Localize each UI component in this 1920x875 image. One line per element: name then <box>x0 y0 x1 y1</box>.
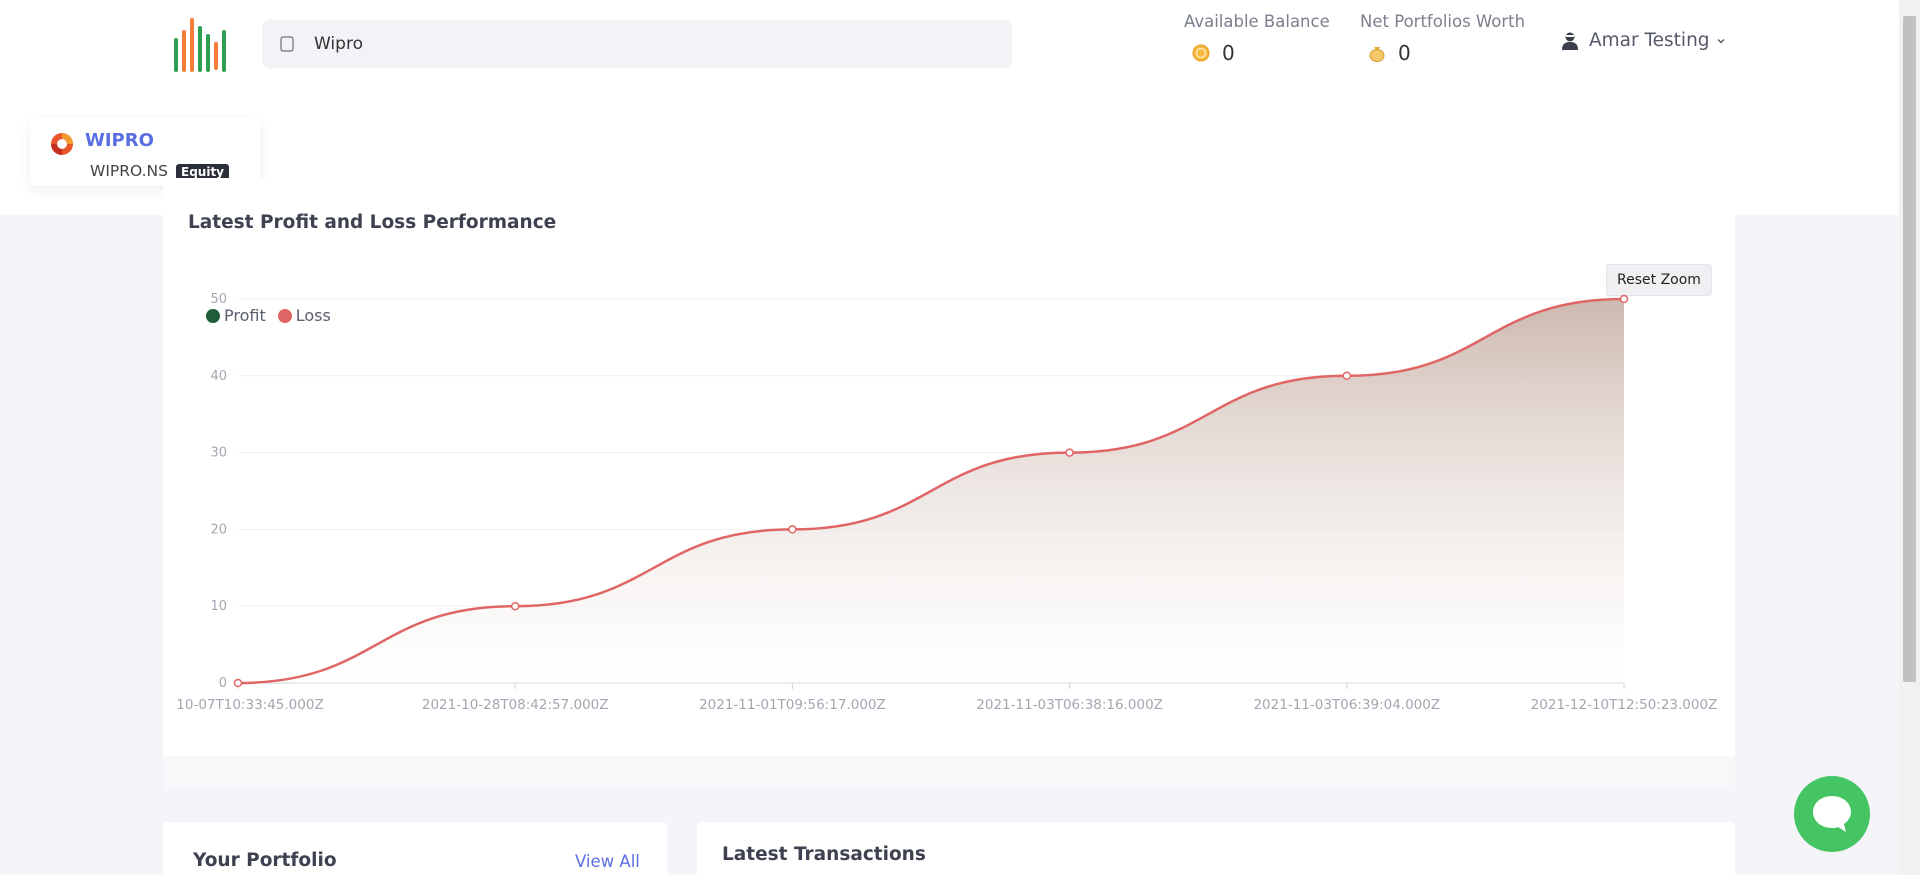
y-tick-label: 0 <box>219 676 227 691</box>
pnl-area-chart[interactable]: 0 10 20 30 40 50 10-07T10:33:45.000Z 2021-10-28… <box>163 178 1735 790</box>
available-balance-value: 0 <box>1222 41 1235 65</box>
available-balance: Available Balance 0 <box>1184 12 1330 65</box>
loss-data-point <box>1342 371 1352 381</box>
money-bag-icon <box>1369 47 1385 62</box>
pnl-chart-card: Latest Profit and Loss Performance Reset… <box>163 178 1735 790</box>
app-logo[interactable] <box>172 16 232 74</box>
chevron-down-icon <box>1717 38 1725 43</box>
net-portfolio-worth: Net Portfolios Worth 0 <box>1360 12 1525 65</box>
transactions-title: Latest Transactions <box>722 844 926 865</box>
chat-bubble-icon <box>1813 796 1851 832</box>
loss-data-point <box>510 601 520 611</box>
page-scrollbar[interactable] <box>1899 0 1920 875</box>
transactions-card: Latest Transactions <box>697 822 1735 875</box>
user-icon <box>1562 32 1578 50</box>
chat-button[interactable] <box>1794 776 1870 852</box>
search-icon <box>280 36 294 52</box>
net-worth-value: 0 <box>1398 41 1411 65</box>
x-tick-label: 2021-11-01T09:56:17.000Z <box>699 697 886 713</box>
portfolio-title: Your Portfolio <box>193 850 337 871</box>
suggestion-symbol: WIPRO.NS <box>90 162 168 180</box>
x-tick-label: 2021-12-10T12:50:23.000Z <box>1531 697 1718 713</box>
y-tick-label: 20 <box>210 522 227 537</box>
user-name: Amar Testing <box>1589 30 1710 51</box>
search-suggestion[interactable]: WIPRO WIPRO.NS Equity <box>30 118 260 186</box>
loss-data-point <box>233 678 243 688</box>
y-tick-label: 30 <box>210 446 227 461</box>
x-tick-label: 2021-11-03T06:39:04.000Z <box>1253 697 1440 713</box>
coin-icon <box>1192 44 1210 62</box>
loss-data-point <box>1619 294 1629 304</box>
loss-data-point <box>788 525 797 534</box>
y-tick-label: 10 <box>210 599 227 614</box>
available-balance-label: Available Balance <box>1184 12 1330 31</box>
scrollbar-thumb[interactable] <box>1903 16 1916 682</box>
user-menu[interactable]: Amar Testing <box>1561 30 1726 51</box>
x-tick-label: 10-07T10:33:45.000Z <box>176 697 323 713</box>
view-all-link[interactable]: View All <box>575 852 640 871</box>
search-input[interactable] <box>314 29 914 59</box>
x-tick-label: 2021-10-28T08:42:57.000Z <box>422 697 609 713</box>
wipro-logo-icon <box>51 133 73 155</box>
y-tick-label: 40 <box>210 369 227 384</box>
loss-data-point <box>1065 448 1074 457</box>
search-bar[interactable] <box>262 20 1012 68</box>
suggestion-name: WIPRO <box>85 130 154 151</box>
y-tick-label: 50 <box>210 292 227 307</box>
x-tick-label: 2021-11-03T06:38:16.000Z <box>976 697 1163 713</box>
net-worth-label: Net Portfolios Worth <box>1360 12 1526 31</box>
portfolio-card: Your Portfolio View All <box>163 822 667 875</box>
